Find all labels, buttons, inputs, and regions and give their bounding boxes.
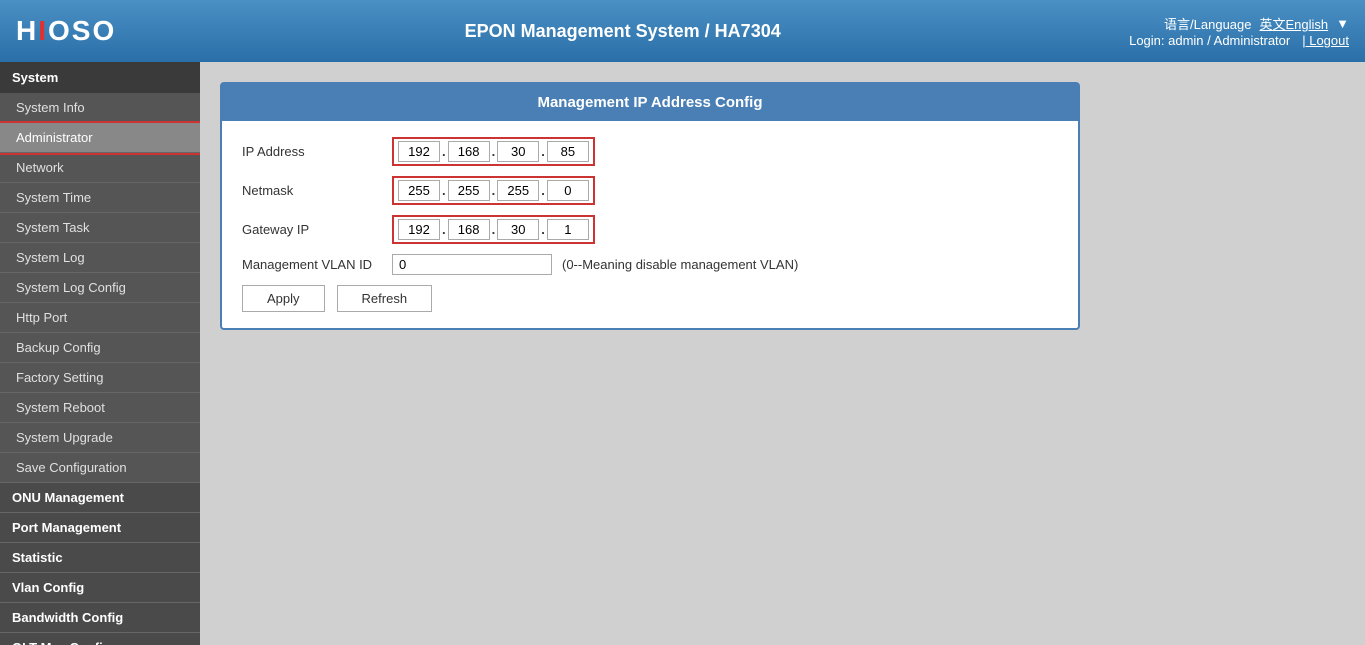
sidebar-item-system-log-config[interactable]: System Log Config (0, 273, 200, 303)
main-content: Management IP Address Config IP Address … (200, 62, 1365, 645)
netmask-octet-4[interactable] (547, 180, 589, 201)
sidebar-section-item-bandwidth-config[interactable]: Bandwidth Config (0, 603, 200, 633)
vlan-hint: (0--Meaning disable management VLAN) (562, 257, 798, 272)
gateway-inputs: . . . (392, 215, 595, 244)
netmask-dot-2: . (492, 183, 496, 198)
gateway-dot-2: . (492, 222, 496, 237)
sidebar-section-item-statistic[interactable]: Statistic (0, 543, 200, 573)
gateway-row: Gateway IP . . . (242, 215, 1058, 244)
netmask-octet-1[interactable] (398, 180, 440, 201)
ip-octet-3[interactable] (497, 141, 539, 162)
logo: HIOSO (16, 15, 116, 47)
apply-button[interactable]: Apply (242, 285, 325, 312)
sidebar-section-system[interactable]: System (0, 62, 200, 93)
vlan-row: Management VLAN ID (0--Meaning disable m… (242, 254, 1058, 275)
sidebar-item-system-upgrade[interactable]: System Upgrade (0, 423, 200, 453)
ip-octet-2[interactable] (448, 141, 490, 162)
ip-dot-3: . (541, 144, 545, 159)
vlan-label: Management VLAN ID (242, 257, 392, 272)
button-row: Apply Refresh (242, 285, 1058, 312)
netmask-octet-2[interactable] (448, 180, 490, 201)
sidebar-item-backup-config[interactable]: Backup Config (0, 333, 200, 363)
refresh-button[interactable]: Refresh (337, 285, 433, 312)
language-selector[interactable]: 语言/Language 英文English ▼ (1164, 14, 1349, 33)
sidebar-item-factory-setting[interactable]: Factory Setting (0, 363, 200, 393)
netmask-label: Netmask (242, 183, 392, 198)
sidebar-item-administrator[interactable]: Administrator (0, 123, 200, 153)
panel-title: Management IP Address Config (222, 84, 1078, 121)
gateway-octet-3[interactable] (497, 219, 539, 240)
sidebar-item-system-info[interactable]: System Info (0, 93, 200, 123)
language-label: 语言/Language (1164, 14, 1251, 33)
netmask-octet-3[interactable] (497, 180, 539, 201)
ip-dot-2: . (492, 144, 496, 159)
gateway-octet-2[interactable] (448, 219, 490, 240)
ip-octet-4[interactable] (547, 141, 589, 162)
sidebar-item-http-port[interactable]: Http Port (0, 303, 200, 333)
gateway-octet-1[interactable] (398, 219, 440, 240)
gateway-dot-1: . (442, 222, 446, 237)
sidebar-item-system-time[interactable]: System Time (0, 183, 200, 213)
login-area: Login: admin / Administrator | Logout (1129, 33, 1349, 48)
header: HIOSO EPON Management System / HA7304 语言… (0, 0, 1365, 62)
sidebar-section-item-onu-management[interactable]: ONU Management (0, 483, 200, 513)
sidebar-item-system-reboot[interactable]: System Reboot (0, 393, 200, 423)
body: SystemSystem InfoAdministratorNetworkSys… (0, 62, 1365, 645)
ip-address-row: IP Address . . . (242, 137, 1058, 166)
config-panel: Management IP Address Config IP Address … (220, 82, 1080, 330)
sidebar-item-network[interactable]: Network (0, 153, 200, 183)
ip-address-inputs: . . . (392, 137, 595, 166)
header-right: 语言/Language 英文English ▼ Login: admin / A… (1129, 14, 1349, 48)
header-title: EPON Management System / HA7304 (465, 21, 781, 42)
panel-body: IP Address . . . Netmask (222, 121, 1078, 328)
ip-dot-1: . (442, 144, 446, 159)
dropdown-icon: ▼ (1336, 16, 1349, 31)
gateway-dot-3: . (541, 222, 545, 237)
login-text: Login: admin / Administrator (1129, 33, 1290, 48)
sidebar-item-system-task[interactable]: System Task (0, 213, 200, 243)
logout-link[interactable]: | Logout (1302, 33, 1349, 48)
sidebar-section-item-port-management[interactable]: Port Management (0, 513, 200, 543)
sidebar: SystemSystem InfoAdministratorNetworkSys… (0, 62, 200, 645)
logo-area: HIOSO (16, 15, 116, 47)
netmask-inputs: . . . (392, 176, 595, 205)
ip-address-label: IP Address (242, 144, 392, 159)
sidebar-section-item-olt-mac-config[interactable]: OLT Mac Config (0, 633, 200, 645)
vlan-input[interactable] (392, 254, 552, 275)
sidebar-section-item-vlan-config[interactable]: Vlan Config (0, 573, 200, 603)
sidebar-item-save-configuration[interactable]: Save Configuration (0, 453, 200, 483)
netmask-dot-3: . (541, 183, 545, 198)
netmask-dot-1: . (442, 183, 446, 198)
language-value[interactable]: 英文English (1259, 14, 1328, 33)
ip-octet-1[interactable] (398, 141, 440, 162)
gateway-label: Gateway IP (242, 222, 392, 237)
gateway-octet-4[interactable] (547, 219, 589, 240)
netmask-row: Netmask . . . (242, 176, 1058, 205)
sidebar-item-system-log[interactable]: System Log (0, 243, 200, 273)
